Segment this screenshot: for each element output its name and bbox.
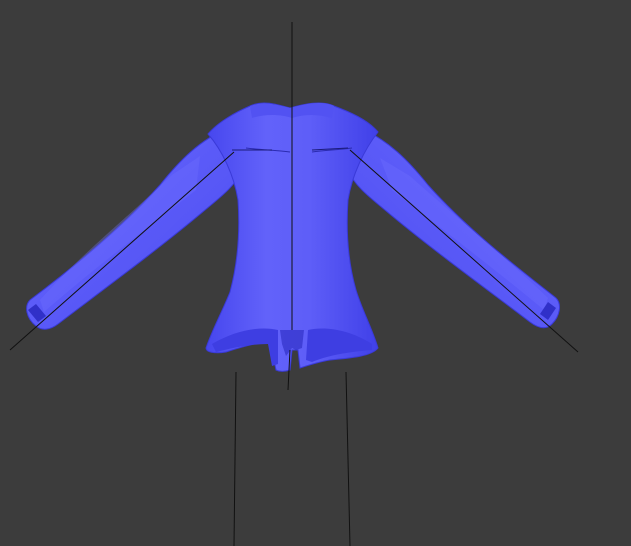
scene-canvas[interactable] xyxy=(0,0,631,546)
left-arm-bone xyxy=(9,151,235,351)
left-sleeve xyxy=(26,127,243,330)
right-leg-bone xyxy=(345,371,351,546)
right-sleeve xyxy=(347,127,560,329)
right-arm-bone xyxy=(349,149,579,353)
3d-viewport[interactable] xyxy=(0,0,631,546)
left-leg-bone xyxy=(233,371,237,546)
